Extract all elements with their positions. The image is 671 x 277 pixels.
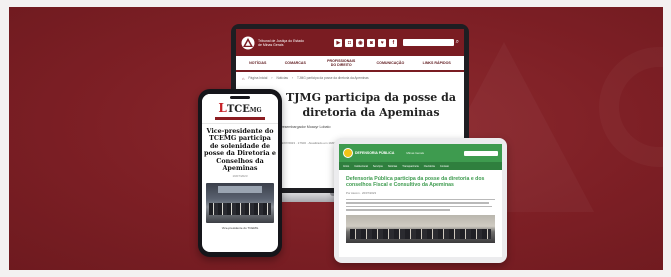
defensoria-header: DEFENSORIA PÚBLICA Minas Gerais [339, 144, 502, 162]
tce-logo-sub: MG [249, 107, 262, 114]
defensoria-nav: Início Institucional Serviços Notícias T… [339, 162, 502, 170]
tjmg-header: Tribunal de Justiça do Estado de Minas G… [236, 29, 464, 56]
article-headline: Vice-presidente do TCEMG participa de so… [204, 127, 276, 173]
search-icon[interactable]: ⌕ [456, 39, 459, 46]
nav-item[interactable]: Ouvidoria [424, 165, 435, 168]
nav-item[interactable]: Notícias [388, 165, 397, 168]
facebook-icon[interactable]: f [389, 38, 398, 47]
phone-speaker [230, 96, 250, 99]
tablet-device: DEFENSORIA PÚBLICA Minas Gerais Início I… [334, 138, 507, 263]
search-input[interactable] [464, 150, 498, 156]
article-date: 19/07/2023 [232, 174, 248, 179]
nav-item[interactable]: Início [343, 165, 349, 168]
nav-item-profissionais[interactable]: PROFISSIONAIS DO DIREITO [324, 59, 358, 67]
nav-item[interactable]: Institucional [354, 165, 368, 168]
social-icon-3[interactable]: ◉ [356, 38, 365, 47]
article-photo [206, 183, 274, 224]
tce-logo-mark: L [218, 101, 227, 115]
defensoria-logo-icon [343, 148, 353, 158]
hero-banner: Tribunal de Justiça do Estado de Minas G… [9, 7, 663, 270]
header-links[interactable]: Minas Gerais [406, 151, 424, 155]
nav-item[interactable]: Transparência [402, 165, 418, 168]
article-text [346, 199, 495, 211]
twitter-icon[interactable]: ♥ [378, 38, 387, 47]
breadcrumb: ⌂ Página Inicial › Notícias › TJMG parti… [242, 75, 369, 81]
social-icon-2[interactable]: ◘ [345, 38, 354, 47]
phone-device: L TCE MG Vice-presidente do TCEMG partic… [198, 89, 282, 257]
photo-people [209, 203, 271, 216]
nav-item[interactable]: Contato [440, 165, 449, 168]
breadcrumb-item: TJMG participa da posse da diretoria da … [297, 76, 369, 80]
nav-item-comunicacao[interactable]: COMUNICAÇÃO [377, 61, 405, 65]
photo-caption: Vice-presidente do TCEMG [221, 226, 259, 231]
nav-item-comarcas[interactable]: COMARCAS [285, 61, 306, 65]
search-input[interactable] [403, 39, 454, 46]
tce-logo[interactable]: L TCE MG [218, 101, 261, 115]
tce-red-strip [215, 117, 265, 120]
phone-screen: L TCE MG Vice-presidente do TCEMG partic… [202, 94, 278, 252]
nav-item-noticias[interactable]: NOTÍCIAS [249, 61, 266, 65]
nav-item-links-rapidos[interactable]: LINKS RÁPIDOS [423, 61, 451, 65]
article-date: Por Ascom · 20/07/2023 [346, 191, 377, 195]
defensoria-logo[interactable]: DEFENSORIA PÚBLICA [343, 148, 394, 158]
social-links: ▶ ◘ ◉ ◙ ♥ f [334, 38, 398, 47]
tablet-screen: DEFENSORIA PÚBLICA Minas Gerais Início I… [339, 144, 502, 257]
tjmg-logo-icon[interactable] [241, 36, 255, 50]
article-headline: Defensoria Pública participa da posse da… [346, 176, 485, 188]
tce-logo-text: TCE [226, 104, 250, 115]
breadcrumb-item[interactable]: Notícias [276, 76, 288, 80]
defensoria-logo-text: DEFENSORIA PÚBLICA [355, 151, 395, 155]
tjmg-nav: NOTÍCIAS COMARCAS PROFISSIONAIS DO DIREI… [236, 56, 464, 72]
breadcrumb-item[interactable]: Página Inicial [248, 76, 267, 80]
home-icon[interactable]: ⌂ [242, 76, 244, 81]
tjmg-org-name: Tribunal de Justiça do Estado de Minas G… [258, 38, 304, 47]
article-photo [346, 214, 495, 243]
photo-banner [218, 186, 262, 194]
nav-item[interactable]: Serviços [373, 165, 383, 168]
article-body: Defensoria Pública participa da posse da… [339, 170, 502, 249]
photo-people [350, 228, 491, 239]
decorative-circle [599, 47, 663, 167]
social-icon-4[interactable]: ◙ [367, 38, 376, 47]
social-icon-1[interactable]: ▶ [334, 38, 343, 47]
